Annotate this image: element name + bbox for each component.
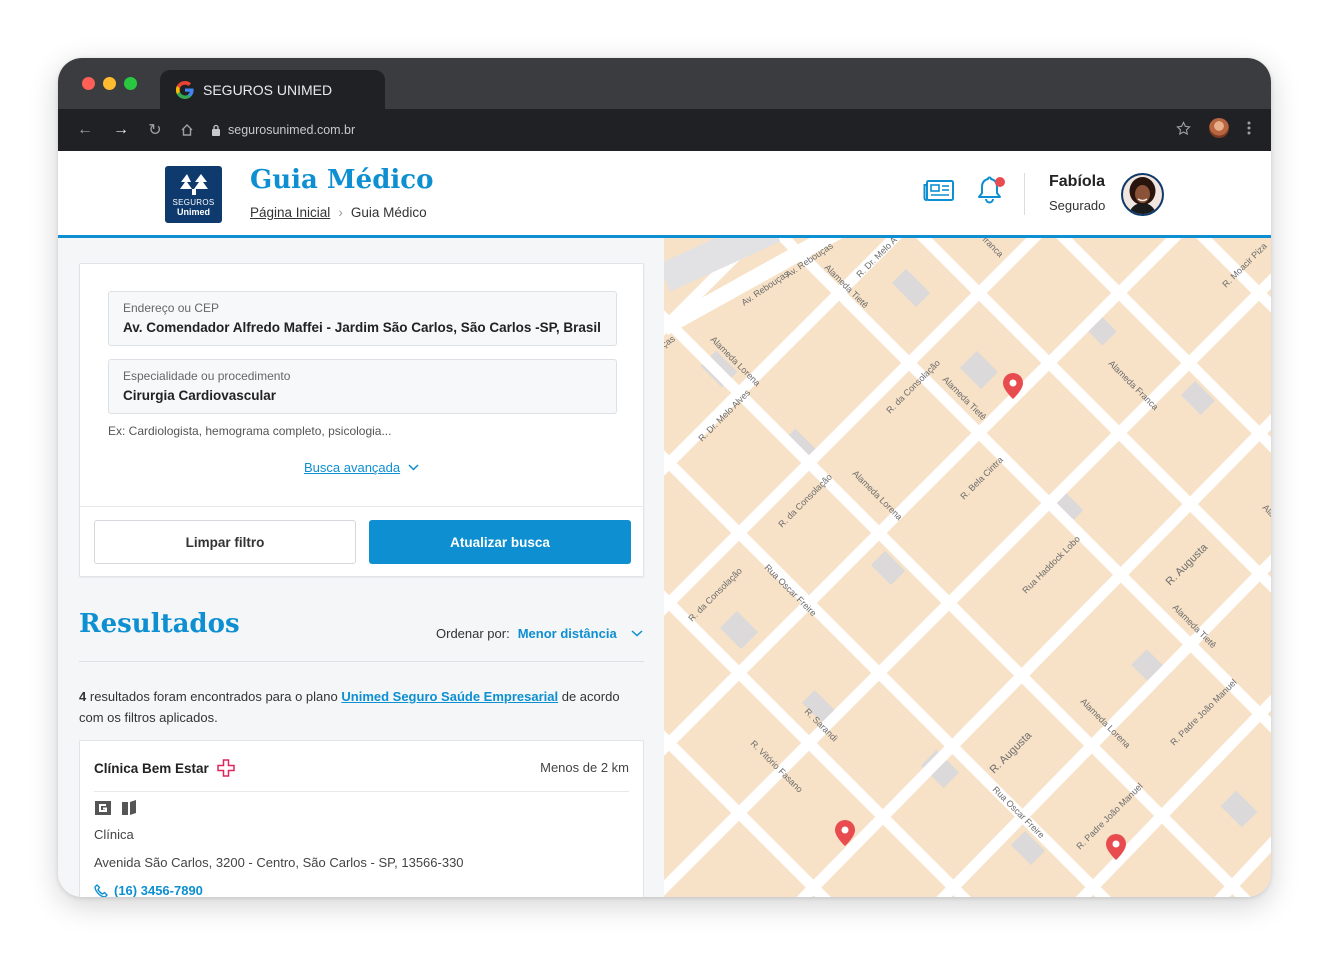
results-count: 4 [79,689,87,704]
reload-icon[interactable]: ↻ [144,119,166,141]
sort-value: Menor distância [517,626,617,641]
phone-icon [94,883,108,897]
toolbar-actions [1176,118,1251,138]
user-avatar[interactable] [1121,173,1164,216]
newspaper-icon[interactable] [923,179,955,203]
search-panel: Endereço ou CEP Av. Comendador Alfredo M… [58,238,664,897]
header-divider [1024,173,1025,215]
advanced-search-link[interactable]: Busca avançada [304,460,419,475]
advanced-search-label: Busca avançada [304,460,401,475]
results-divider [79,661,644,662]
g-badge-icon [95,801,111,815]
profile-avatar-icon[interactable] [1209,118,1229,138]
provider-name-text: Clínica Bem Estar [94,760,209,776]
browser-tab[interactable]: SEGUROS UNIMED [160,70,385,110]
address-value: Av. Comendador Alfredo Maffei - Jardim S… [123,320,601,335]
plan-link[interactable]: Unimed Seguro Saúde Empresarial [341,689,558,704]
map-view[interactable]: Av. Rebouças Av. Rebouças Alameda Tietê … [664,238,1271,897]
provider-phone-text: (16) 3456-7890 [114,883,203,897]
maximize-window-button[interactable] [124,77,137,90]
browser-titlebar: SEGUROS UNIMED [58,58,1271,110]
result-divider [94,791,629,792]
logo-line1: SEGUROS [172,198,215,207]
provider-name: Clínica Bem Estar [94,759,235,777]
chevron-right-icon: › [338,205,343,220]
forward-icon[interactable]: → [110,119,132,141]
results-summary: 4 resultados foram encontrados para o pl… [79,686,639,728]
breadcrumb-home-link[interactable]: Página Inicial [250,205,330,220]
unimed-logo[interactable]: SEGUROS Unimed [165,166,222,223]
chevron-down-icon [408,464,419,471]
bookmark-star-icon[interactable] [1176,120,1191,136]
results-text-before: resultados foram encontrados para o plan… [89,689,338,704]
browser-window: SEGUROS UNIMED ← → ↻ segurosunimed.com.b… [58,58,1271,897]
browser-toolbar: ← → ↻ segurosunimed.com.br [58,109,1271,151]
breadcrumb: Página Inicial › Guia Médico [250,205,427,220]
sort-dropdown[interactable]: Ordenar por: Menor distância [436,626,643,641]
specialty-value: Cirurgia Cardiovascular [123,388,277,403]
search-card: Endereço ou CEP Av. Comendador Alfredo M… [79,263,644,577]
tab-title: SEGUROS UNIMED [203,82,333,98]
provider-phone[interactable]: (16) 3456-7890 [94,883,203,897]
url-text: segurosunimed.com.br [228,123,356,137]
provider-address: Avenida São Carlos, 3200 - Centro, São C… [94,855,464,870]
health-cross-icon [217,759,235,777]
book-badge-icon [122,800,136,815]
sort-label: Ordenar por: [436,626,510,641]
user-name: Fabíola [1049,173,1106,190]
address-field[interactable]: Endereço ou CEP Av. Comendador Alfredo M… [108,291,617,346]
map-canvas[interactable]: Av. Rebouças Av. Rebouças Alameda Tietê … [664,238,1271,897]
app-header: SEGUROS Unimed Guia Médico Página Inicia… [58,151,1271,238]
specialty-hint: Ex: Cardiologista, hemograma completo, p… [108,424,392,438]
minimize-window-button[interactable] [103,77,116,90]
address-label: Endereço ou CEP [123,301,220,315]
specialty-field[interactable]: Especialidade ou procedimento Cirurgia C… [108,359,617,414]
page-title: Guia Médico [250,165,434,195]
google-icon [176,81,194,99]
provider-badges [94,799,138,817]
result-card[interactable]: Clínica Bem Estar Menos de 2 km Clínica … [79,740,644,897]
chevron-down-icon [631,630,643,637]
close-window-button[interactable] [82,77,95,90]
clear-filter-button[interactable]: Limpar filtro [94,520,356,564]
breadcrumb-current: Guia Médico [350,205,427,220]
specialty-label: Especialidade ou procedimento [123,369,291,383]
window-controls [82,77,137,90]
menu-kebab-icon[interactable] [1247,121,1251,135]
address-bar[interactable]: segurosunimed.com.br [210,118,1230,142]
logo-line2: Unimed [176,207,210,217]
provider-distance: Menos de 2 km [540,760,629,775]
results-title: Resultados [79,609,240,639]
card-divider [80,506,643,507]
bell-icon[interactable] [975,175,1007,207]
update-search-button[interactable]: Atualizar busca [369,520,631,564]
lock-icon [212,124,220,136]
home-icon[interactable] [176,119,198,141]
provider-type: Clínica [94,827,134,842]
back-icon[interactable]: ← [74,119,96,141]
unimed-tree-icon [179,174,208,195]
user-role: Segurado [1049,198,1106,213]
